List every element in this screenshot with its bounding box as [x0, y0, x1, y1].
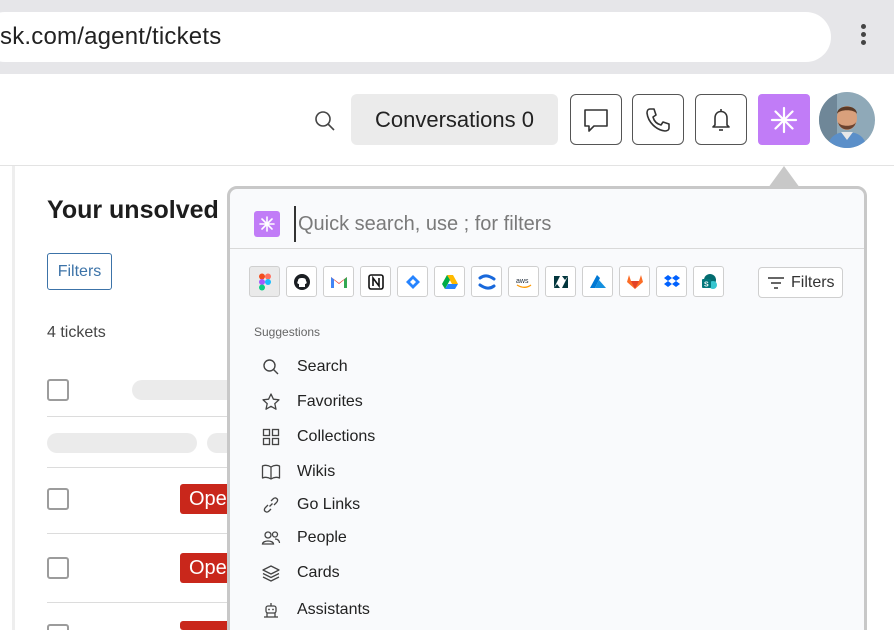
- suggestion-collections[interactable]: Collections: [260, 425, 375, 449]
- suggestion-label: People: [297, 529, 347, 546]
- github-icon[interactable]: [286, 266, 317, 297]
- suggestions-heading: Suggestions: [254, 325, 321, 339]
- link-icon: [260, 494, 282, 516]
- url-text: sk.com/agent/tickets: [0, 23, 222, 50]
- popover-caret: [768, 166, 800, 188]
- suggestion-label: Search: [297, 358, 348, 375]
- layers-icon: [260, 562, 282, 584]
- address-bar[interactable]: sk.com/agent/tickets: [0, 12, 831, 62]
- filters-button[interactable]: Filters: [47, 253, 112, 290]
- user-avatar[interactable]: [819, 92, 875, 148]
- search-row: [230, 189, 864, 249]
- browser-chrome: sk.com/agent/tickets: [0, 0, 894, 74]
- filter-icon: [768, 276, 784, 289]
- azure-icon[interactable]: [582, 266, 613, 297]
- suggestion-wikis[interactable]: Wikis: [260, 460, 335, 484]
- conversations-button[interactable]: Conversations 0: [351, 94, 558, 145]
- search-icon[interactable]: [312, 108, 338, 134]
- page-title: Your unsolved: [47, 196, 219, 224]
- filters-dropdown-button[interactable]: Filters: [758, 267, 843, 298]
- suggestion-favorites[interactable]: Favorites: [260, 390, 363, 414]
- google-drive-icon[interactable]: [434, 266, 465, 297]
- row-divider: [47, 533, 247, 534]
- suggestion-label: Favorites: [297, 393, 363, 410]
- suggestion-label: Cards: [297, 564, 340, 581]
- bell-icon: [712, 108, 730, 131]
- suggestion-label: Collections: [297, 428, 376, 445]
- gmail-icon[interactable]: [323, 266, 354, 297]
- grid-icon: [260, 426, 282, 448]
- notion-icon[interactable]: [360, 266, 391, 297]
- gitlab-icon[interactable]: [619, 266, 650, 297]
- sidebar-divider: [12, 166, 15, 630]
- sharepoint-icon[interactable]: S: [693, 266, 724, 297]
- suggestion-label: Assistants: [297, 601, 370, 618]
- suggestion-cards[interactable]: Cards: [260, 561, 340, 585]
- suggestion-assistants[interactable]: Assistants: [260, 598, 370, 622]
- dropbox-icon[interactable]: [656, 266, 687, 297]
- phone-button[interactable]: [632, 94, 684, 145]
- suggestion-search[interactable]: Search: [260, 355, 348, 379]
- suggestion-label: Go Links: [297, 496, 361, 513]
- phone-icon: [646, 107, 670, 132]
- suggestion-people[interactable]: People: [260, 526, 347, 550]
- suggestion-go-links[interactable]: Go Links: [260, 493, 360, 517]
- zendesk-icon[interactable]: [545, 266, 576, 297]
- suggestion-label: Wikis: [297, 463, 336, 480]
- assistant-icon: [260, 599, 282, 621]
- column-header-placeholder: [132, 380, 242, 400]
- chat-icon: [584, 108, 608, 132]
- loading-placeholder: [47, 433, 197, 453]
- filters-label: Filters: [791, 273, 835, 291]
- svg-text:S: S: [704, 281, 709, 288]
- quick-search-popover: aws S Filters Suggestions Search Favorit…: [227, 186, 867, 630]
- quick-search-input[interactable]: [294, 206, 824, 242]
- svg-text:aws: aws: [516, 278, 529, 285]
- ai-assistant-button[interactable]: [758, 94, 810, 145]
- book-icon: [260, 461, 282, 483]
- search-icon: [260, 356, 282, 378]
- ticket-checkbox[interactable]: [47, 557, 69, 579]
- notifications-button[interactable]: [695, 94, 747, 145]
- star-icon: [260, 391, 282, 413]
- confluence-icon[interactable]: [471, 266, 502, 297]
- select-all-checkbox[interactable]: [47, 379, 69, 401]
- sparkle-icon: [770, 106, 798, 133]
- jira-icon[interactable]: [397, 266, 428, 297]
- row-divider: [47, 467, 247, 468]
- browser-menu-icon[interactable]: [852, 22, 874, 52]
- ticket-checkbox[interactable]: [47, 488, 69, 510]
- aws-icon[interactable]: aws: [508, 266, 539, 297]
- chat-button[interactable]: [570, 94, 622, 145]
- sparkle-icon: [254, 211, 280, 237]
- row-divider: [47, 416, 247, 417]
- row-divider: [47, 602, 247, 603]
- figma-icon[interactable]: [249, 266, 280, 297]
- app-filter-bar: aws S: [249, 266, 724, 297]
- ticket-count: 4 tickets: [47, 324, 106, 341]
- ticket-checkbox[interactable]: [47, 624, 69, 630]
- people-icon: [260, 527, 282, 549]
